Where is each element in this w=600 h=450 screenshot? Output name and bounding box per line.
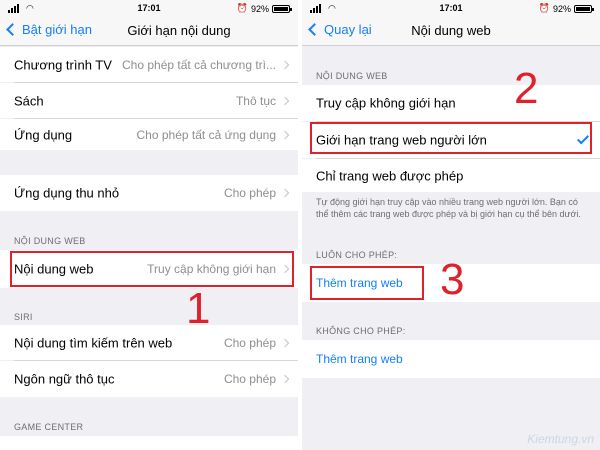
option-label: Truy cập không giới hạn bbox=[316, 95, 456, 111]
chevron-right-icon bbox=[280, 96, 290, 105]
step-number-1: 1 bbox=[186, 284, 211, 333]
section-header-always-allow: LUÔN CHO PHÉP: bbox=[316, 250, 398, 260]
row-value: Cho phép bbox=[223, 372, 276, 386]
chevron-right-icon bbox=[280, 60, 290, 69]
row-label: Ứng dụng bbox=[14, 127, 73, 142]
row-label: Nội dung tìm kiếm trên web bbox=[14, 335, 173, 350]
row-label: Chương trình TV bbox=[14, 57, 112, 72]
page-title: Giới hạn nội dung bbox=[127, 23, 231, 38]
chevron-right-icon bbox=[280, 374, 290, 384]
row-tv-shows[interactable]: Chương trình TV Cho phép tất cả chương t… bbox=[0, 47, 298, 82]
highlight-box-web-content bbox=[10, 251, 294, 287]
row-app-clips[interactable]: Ứng dụng thu nhỏ Cho phép bbox=[0, 175, 298, 211]
row-label: Sách bbox=[14, 93, 44, 108]
row-apps[interactable]: Ứng dụng Cho phép tất cả ứng dụng bbox=[0, 119, 298, 150]
highlight-box-limit-adult bbox=[310, 122, 592, 154]
page-title: Nội dung web bbox=[411, 23, 491, 38]
chevron-right-icon bbox=[280, 188, 290, 198]
section-header-game-center: GAME CENTER bbox=[14, 422, 84, 432]
row-explicit-language[interactable]: Ngôn ngữ thô tục Cho phép bbox=[0, 361, 298, 397]
row-game-center[interactable] bbox=[0, 436, 298, 450]
add-denied-website-button[interactable]: Thêm trang web bbox=[302, 340, 600, 378]
status-bar: ◠ 17:01 ⏰ 92% bbox=[302, 0, 600, 16]
section-header-siri: SIRI bbox=[14, 312, 33, 322]
battery-icon bbox=[272, 4, 292, 13]
watermark: Kiemtung.vn bbox=[527, 432, 594, 446]
right-screen: ◠ 17:01 ⏰ 92% Quay lại Nội dung web NỘI … bbox=[302, 0, 600, 450]
battery-percent: 92% bbox=[250, 3, 269, 14]
navigation-bar: Bật giới hạn Giới hạn nội dung bbox=[0, 16, 298, 46]
section-header-never-allow: KHÔNG CHO PHÉP: bbox=[316, 326, 406, 336]
row-label: Ứng dụng thu nhỏ bbox=[14, 185, 120, 201]
battery-percent: 92% bbox=[552, 3, 571, 14]
alarm-icon: ⏰ bbox=[538, 3, 550, 13]
web-content-note: Tự động giới hạn truy cập vào nhiều tran… bbox=[316, 197, 581, 219]
status-bar: ◠ 17:01 ⏰ 92% bbox=[0, 0, 298, 16]
row-value: Cho phép tất cả chương trì... bbox=[122, 57, 276, 72]
step-number-3: 3 bbox=[440, 255, 465, 304]
add-website-link: Thêm trang web bbox=[316, 352, 403, 366]
option-unrestricted[interactable]: Truy cập không giới hạn bbox=[302, 85, 600, 121]
battery-icon bbox=[574, 4, 594, 13]
row-value: Thô tục bbox=[235, 93, 276, 108]
row-value: Cho phép bbox=[223, 186, 276, 200]
step-number-2: 2 bbox=[514, 64, 539, 113]
row-label: Ngôn ngữ thô tục bbox=[14, 371, 115, 387]
alarm-icon: ⏰ bbox=[236, 3, 248, 13]
option-label: Chỉ trang web được phép bbox=[316, 168, 464, 183]
navigation-bar: Quay lại Nội dung web bbox=[302, 16, 600, 46]
section-header-web-content: NỘI DUNG WEB bbox=[14, 236, 86, 246]
left-screen: ◠ 17:01 ⏰ 92% Bật giới hạn Giới hạn nội … bbox=[0, 0, 298, 450]
section-header-web-content: NỘI DUNG WEB bbox=[316, 71, 388, 81]
row-value: Cho phép bbox=[223, 335, 276, 350]
option-allowed-only[interactable]: Chỉ trang web được phép bbox=[302, 159, 600, 192]
row-value: Cho phép tất cả ứng dụng bbox=[136, 127, 276, 142]
chevron-right-icon bbox=[280, 338, 290, 347]
row-books[interactable]: Sách Thô tục bbox=[0, 83, 298, 118]
row-web-search-content[interactable]: Nội dung tìm kiếm trên web Cho phép bbox=[0, 325, 298, 360]
chevron-right-icon bbox=[280, 130, 290, 139]
highlight-box-add-website bbox=[310, 266, 424, 300]
